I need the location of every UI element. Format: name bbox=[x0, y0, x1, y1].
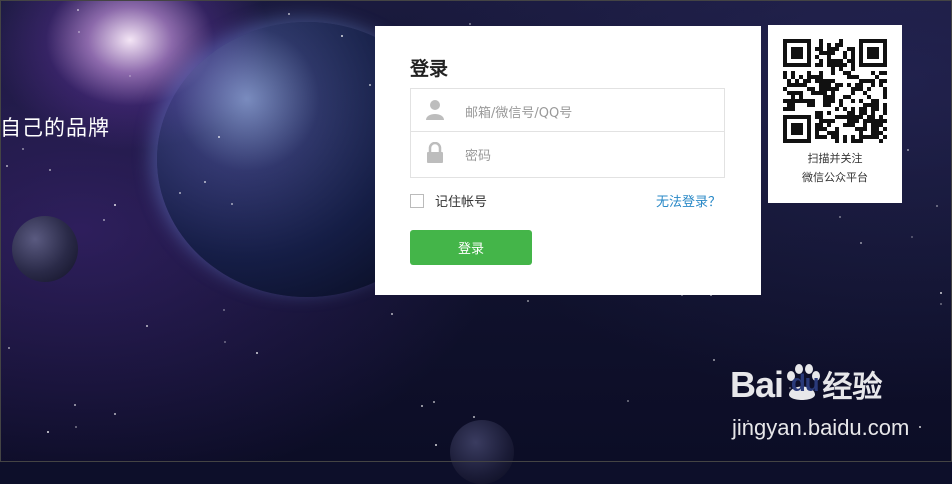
password-field[interactable]: 密码 bbox=[410, 132, 725, 178]
star-dot bbox=[940, 303, 942, 305]
remember-label: 记住帐号 bbox=[435, 195, 488, 210]
username-placeholder: 邮箱/微信号/QQ号 bbox=[465, 106, 573, 121]
baidu-watermark: Bai du 经验 bbox=[730, 362, 882, 406]
login-button[interactable]: 登录 bbox=[410, 230, 532, 265]
star-dot bbox=[288, 13, 290, 15]
star-dot bbox=[940, 292, 942, 294]
qr-panel: 扫描并关注 微信公众平台 bbox=[768, 25, 902, 203]
star-dot bbox=[421, 405, 423, 407]
user-icon bbox=[426, 100, 444, 120]
star-dot bbox=[146, 325, 148, 327]
star-dot bbox=[103, 219, 105, 221]
remember-account: 记住帐号 bbox=[410, 191, 487, 210]
star-dot bbox=[223, 309, 225, 311]
star-dot bbox=[256, 352, 258, 354]
moon-image bbox=[12, 216, 78, 282]
star-dot bbox=[231, 203, 233, 205]
star-dot bbox=[627, 400, 629, 402]
qr-caption-line1: 扫描并关注 bbox=[807, 152, 863, 165]
cannot-login-link[interactable]: 无法登录？ bbox=[656, 191, 721, 210]
lock-icon bbox=[427, 142, 443, 163]
star-dot bbox=[391, 313, 393, 315]
watermark-logo-cn: 经验 bbox=[822, 370, 883, 405]
qr-caption: 扫描并关注 微信公众平台 bbox=[768, 149, 902, 187]
star-dot bbox=[860, 242, 862, 244]
qr-code-icon bbox=[783, 39, 887, 143]
star-dot bbox=[919, 426, 921, 428]
star-dot bbox=[369, 84, 371, 86]
qr-caption-line2: 微信公众平台 bbox=[802, 171, 868, 184]
star-dot bbox=[473, 416, 475, 418]
star-dot bbox=[22, 148, 24, 150]
watermark-url: jingyan.baidu.com bbox=[732, 415, 910, 440]
star-dot bbox=[911, 236, 913, 238]
star-dot bbox=[75, 426, 77, 428]
star-dot bbox=[433, 401, 435, 403]
slogan-text: 自己的品牌 bbox=[0, 116, 110, 140]
star-dot bbox=[469, 23, 471, 25]
star-dot bbox=[527, 300, 529, 302]
star-dot bbox=[74, 404, 76, 406]
star-dot bbox=[129, 75, 131, 77]
login-panel: 登录 邮箱/微信号/QQ号 密码 记住帐号 无法登录？ 登录 bbox=[375, 26, 761, 295]
moon-image-bottom bbox=[450, 420, 514, 484]
star-dot bbox=[114, 204, 116, 206]
star-dot bbox=[341, 35, 343, 37]
star-dot bbox=[77, 9, 79, 11]
star-dot bbox=[6, 165, 8, 167]
username-field[interactable]: 邮箱/微信号/QQ号 bbox=[410, 88, 725, 132]
star-dot bbox=[49, 169, 51, 171]
star-dot bbox=[179, 192, 181, 194]
star-dot bbox=[713, 359, 715, 361]
watermark-logo-du: du bbox=[791, 370, 819, 397]
star-dot bbox=[435, 444, 437, 446]
password-placeholder: 密码 bbox=[465, 149, 492, 164]
star-dot bbox=[839, 216, 841, 218]
star-dot bbox=[114, 413, 116, 415]
star-dot bbox=[47, 431, 49, 433]
login-title: 登录 bbox=[410, 58, 449, 80]
watermark-logo-text: Bai bbox=[730, 364, 784, 405]
star-dot bbox=[204, 181, 206, 183]
star-dot bbox=[224, 341, 226, 343]
remember-checkbox[interactable] bbox=[410, 193, 424, 208]
star-dot bbox=[907, 149, 909, 151]
star-dot bbox=[78, 31, 80, 33]
star-dot bbox=[8, 347, 10, 349]
star-dot bbox=[218, 136, 220, 138]
star-dot bbox=[936, 205, 938, 207]
